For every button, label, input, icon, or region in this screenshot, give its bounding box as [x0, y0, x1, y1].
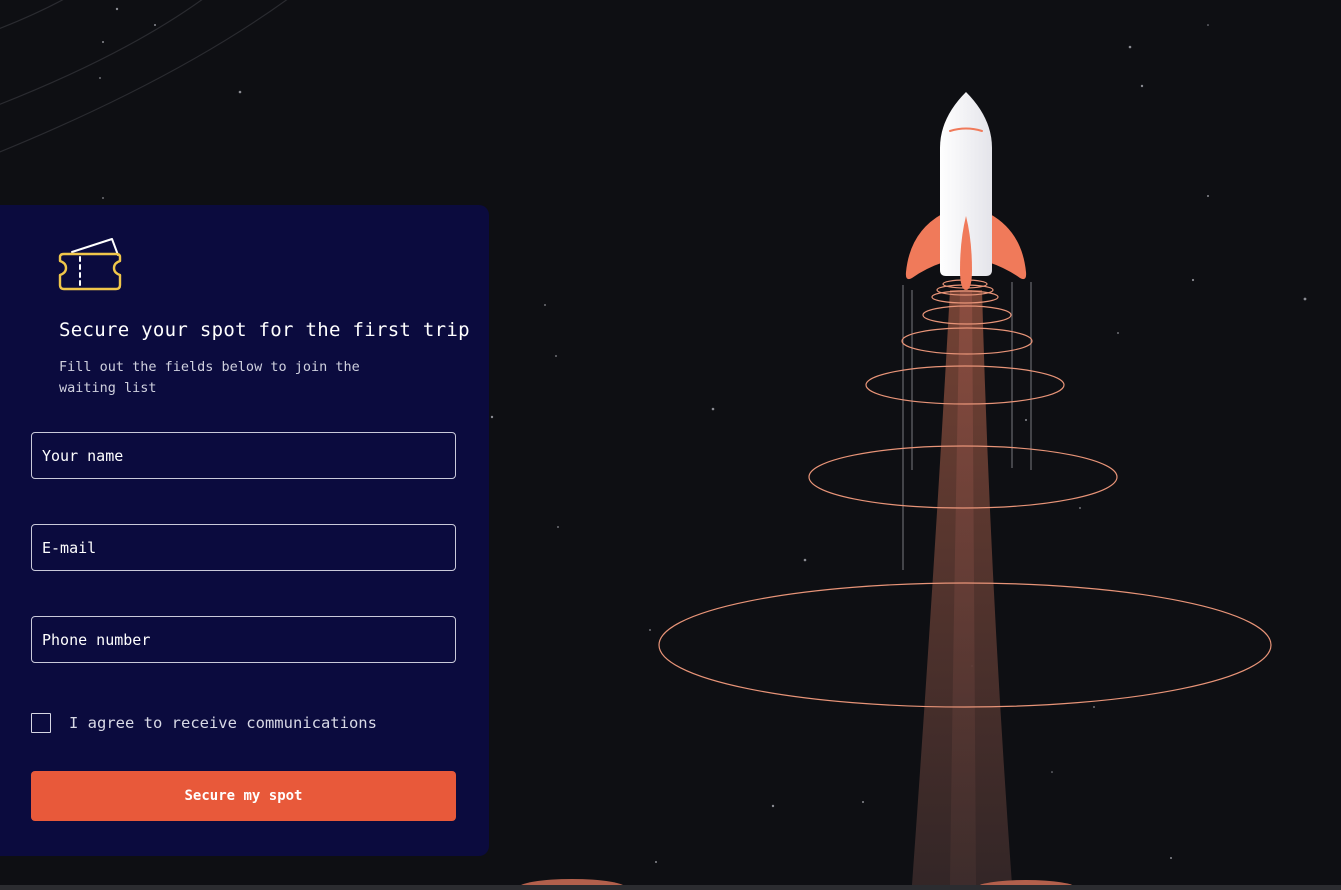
orbit-arcs [0, 0, 288, 153]
phone-input[interactable] [31, 616, 456, 663]
bottom-edge [0, 885, 1341, 890]
exhaust-trail [912, 290, 1012, 885]
consent-checkbox[interactable] [31, 713, 51, 733]
secure-spot-button[interactable]: Secure my spot [31, 771, 456, 821]
form-title: Secure your spot for the first trip [59, 319, 470, 341]
consent-label[interactable]: I agree to receive communications [69, 713, 377, 733]
form-subtitle: Fill out the fields below to join the wa… [59, 359, 360, 396]
page: Secure your spot for the first trip Fill… [0, 0, 1341, 890]
email-input[interactable] [31, 524, 456, 571]
name-input[interactable] [31, 432, 456, 479]
rocket-icon [905, 92, 1027, 290]
ticket-icon [58, 238, 122, 291]
